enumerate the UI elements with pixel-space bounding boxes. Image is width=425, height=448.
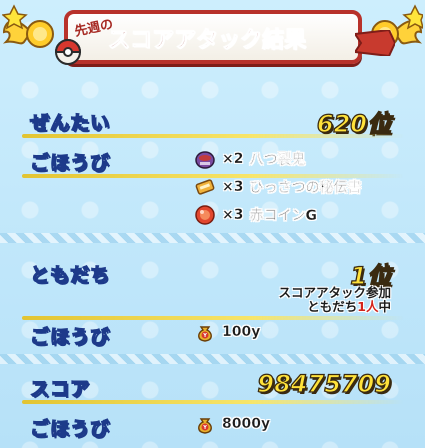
- section-separator: [0, 354, 425, 364]
- friends-note-line1: スコアアタック参加: [278, 285, 391, 300]
- red-ribbon-icon: [355, 30, 395, 56]
- friends-note-prefix: ともだち: [307, 299, 358, 314]
- score-value: 98475709: [257, 369, 392, 398]
- reward-item-red-coin: ×3 赤コインG: [194, 204, 317, 226]
- friends-rank-label: ともだち: [22, 260, 110, 286]
- reward-name: 八つ裂鬼: [249, 152, 306, 168]
- overall-rank-label: ぜんたい: [22, 108, 110, 134]
- overall-rank-divider: [22, 134, 404, 138]
- scroll-icon: [195, 179, 215, 195]
- svg-text:Y: Y: [202, 425, 207, 431]
- winged-coin-left-icon: [2, 4, 54, 48]
- reward-name: 赤コインG: [249, 208, 317, 224]
- header: 先週の スコアアタック結果: [0, 0, 425, 78]
- friends-note-line2: ともだち1人中: [278, 300, 391, 314]
- overall-rewards-label: ごほうび: [22, 148, 110, 174]
- score-divider: [22, 400, 404, 404]
- reward-count: ×3: [222, 207, 244, 223]
- money-bag-icon: Y: [198, 326, 212, 342]
- red-coin-icon: [195, 205, 215, 225]
- friends-rank-divider: [22, 316, 404, 320]
- money-bag-icon: Y: [198, 418, 212, 434]
- reward-name: 8000y: [222, 416, 271, 432]
- friends-note-suffix: 中: [378, 299, 391, 314]
- reward-item-oni: ×2 八つ裂鬼: [194, 148, 306, 170]
- reward-count: ×3: [222, 179, 244, 195]
- reward-item-money-score: Y 8000y: [194, 413, 270, 435]
- results-banner: 先週の スコアアタック結果: [64, 10, 362, 64]
- yokai-ball-icon: [54, 39, 82, 65]
- svg-text:Y: Y: [202, 333, 207, 339]
- friends-note: スコアアタック参加 ともだち1人中: [278, 286, 391, 314]
- score-label: スコア: [22, 374, 90, 400]
- score-rewards-label: ごほうび: [22, 414, 110, 440]
- friends-rewards-label: ごほうび: [22, 322, 110, 348]
- oni-mask-icon: [195, 151, 215, 169]
- reward-item-scroll: ×3 ひっさつの秘伝書: [194, 176, 362, 198]
- score-attack-results-screen: 先週の スコアアタック結果 ぜんたい 620位 ごほうび ×2 八つ裂鬼 ×3: [0, 0, 425, 448]
- section-separator: [0, 233, 425, 243]
- reward-name: 100y: [222, 324, 261, 340]
- banner-title: スコアアタック結果: [108, 28, 307, 54]
- reward-item-money-friends: Y 100y: [194, 321, 261, 343]
- friends-count: 1人: [357, 299, 379, 314]
- reward-name: ひっさつの秘伝書: [249, 180, 362, 196]
- reward-count: ×2: [222, 151, 244, 167]
